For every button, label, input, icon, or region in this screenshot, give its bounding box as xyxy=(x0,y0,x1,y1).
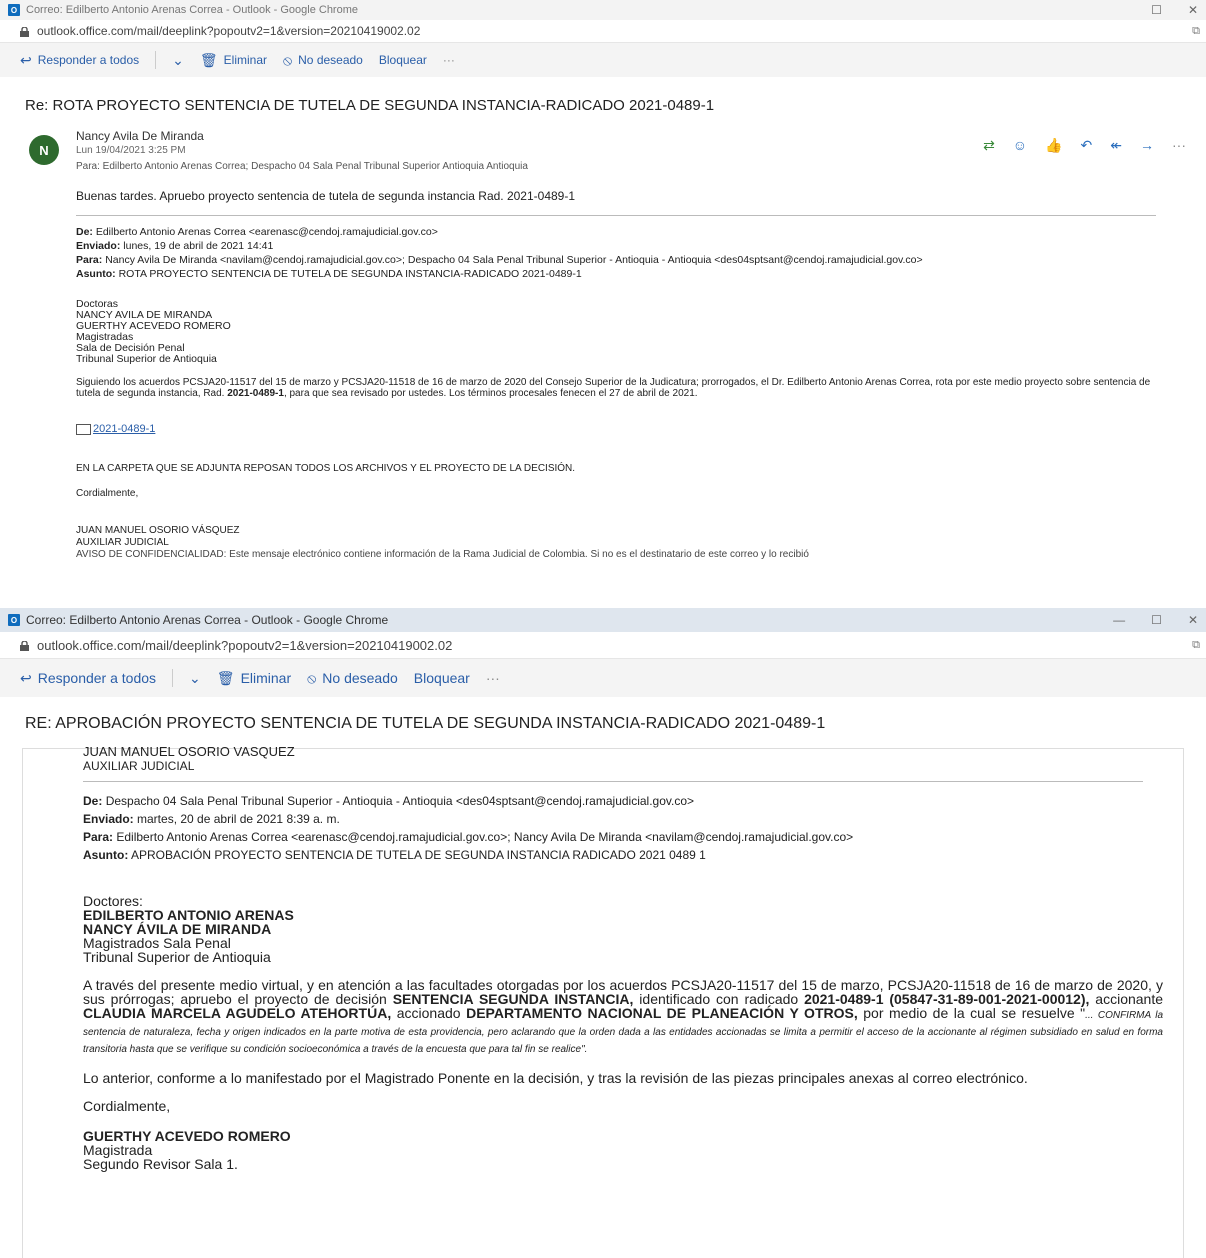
window-title: Correo: Edilberto Antonio Arenas Correa … xyxy=(26,4,358,16)
close-icon[interactable]: ✕ xyxy=(1188,613,1198,627)
email-subject: RE: APROBACIÓN PROYECTO SENTENCIA DE TUT… xyxy=(25,715,826,732)
like-icon[interactable]: 👍 xyxy=(1045,137,1062,154)
block-icon: ⦸ xyxy=(307,669,317,686)
window-titlebar: O Correo: Edilberto Antonio Arenas Corre… xyxy=(0,0,1206,20)
email-window-2: O Correo: Edilberto Antonio Arenas Corre… xyxy=(0,608,1206,1258)
sender-date: Lun 19/04/2021 3:25 PM xyxy=(76,145,186,156)
close-icon[interactable]: ✕ xyxy=(1188,3,1198,17)
folder-link[interactable]: 2021-0489-1 xyxy=(76,423,1206,435)
forward-icon[interactable]: → xyxy=(1140,137,1154,154)
url-text[interactable]: outlook.office.com/mail/deeplink?popoutv… xyxy=(37,638,452,653)
toolbar-divider xyxy=(155,51,157,69)
greeting: Buenas tardes. Apruebo proyecto sentenci… xyxy=(76,189,576,203)
message-document: JUAN MANUEL OSORIO VASQUEZ AUXILIAR JUDI… xyxy=(22,745,1184,1258)
reply-icon[interactable]: ↶ xyxy=(1081,137,1093,154)
outlook-icon: O xyxy=(8,614,20,626)
reply-options-button[interactable]: ⌄ xyxy=(172,52,184,69)
more-button[interactable]: ··· xyxy=(486,670,500,686)
approval-paragraph: A través del presente medio virtual, y e… xyxy=(83,977,1164,1055)
translate-icon[interactable]: ⇄ xyxy=(983,137,995,154)
folder-icon xyxy=(76,423,91,435)
reply-options-button[interactable]: ⌄ xyxy=(189,670,201,687)
sender-block: N Nancy Avila De Miranda Lun 19/04/2021 … xyxy=(0,127,1206,187)
divider xyxy=(76,215,1156,216)
block-icon: ⦸ xyxy=(283,51,293,68)
toolbar: ↩ Responder a todos ⌄ 🗑 Eliminar ⦸ No desea… xyxy=(0,659,1206,697)
reply-all-icon: ↩ xyxy=(20,51,32,68)
forwarded-header: De: Edilberto Antonio Arenas Correa <ear… xyxy=(76,226,923,280)
toolbar: ↩ Responder a todos ⌄ 🗑 Eliminar ⦸ No desea… xyxy=(0,43,1206,77)
trash-icon: 🗑 xyxy=(216,669,235,686)
closing: Cordialmente, xyxy=(76,488,139,499)
paragraph-2: Lo anterior, conforme a lo manifestado p… xyxy=(83,1070,1028,1086)
confidentiality-notice: AVISO DE CONFIDENCIALIDAD: Este mensaje … xyxy=(76,549,809,560)
signature-top: JUAN MANUEL OSORIO VASQUEZ xyxy=(83,744,295,759)
reply-all-icon[interactable]: ↞ xyxy=(1110,137,1122,154)
signature: JUAN MANUEL OSORIO VÁSQUEZ AUXILIAR JUDI… xyxy=(76,525,240,548)
minimize-icon[interactable]: — xyxy=(1113,613,1125,627)
avatar[interactable]: N xyxy=(29,135,59,165)
chevron-down-icon: ⌄ xyxy=(189,669,201,686)
toolbar-divider xyxy=(172,669,174,687)
address-bar[interactable]: outlook.office.com/mail/deeplink?popoutv… xyxy=(0,20,1206,43)
reply-all-button[interactable]: ↩ Responder a todos xyxy=(20,52,139,69)
extension-icon[interactable]: ⧉ xyxy=(1192,639,1200,652)
outlook-icon: O xyxy=(8,4,20,16)
more-button[interactable]: ··· xyxy=(443,53,455,67)
message-body: JUAN MANUEL OSORIO VASQUEZ AUXILIAR JUDI… xyxy=(23,745,1183,1171)
junk-button[interactable]: ⦸ No deseado xyxy=(283,52,363,69)
maximize-icon[interactable]: ☐ xyxy=(1151,3,1162,17)
recipients: Para: Edilberto Antonio Arenas Correa; D… xyxy=(76,161,528,172)
forwarded-header: De: Despacho 04 Sala Penal Tribunal Supe… xyxy=(83,794,854,862)
extension-icon[interactable]: ⧉ xyxy=(1192,25,1200,38)
delete-button[interactable]: 🗑 Eliminar xyxy=(200,52,267,69)
chevron-down-icon: ⌄ xyxy=(172,51,184,68)
window-title: Correo: Edilberto Antonio Arenas Correa … xyxy=(26,613,389,627)
address-bar[interactable]: outlook.office.com/mail/deeplink?popoutv… xyxy=(0,632,1206,659)
block-button[interactable]: Bloquear xyxy=(414,670,470,686)
junk-button[interactable]: ⦸ No deseado xyxy=(307,670,398,687)
lock-icon xyxy=(20,641,29,651)
signature-top-role: AUXILIAR JUDICIAL xyxy=(83,759,195,773)
reply-all-button[interactable]: ↩ Responder a todos xyxy=(20,670,156,687)
emoji-icon[interactable]: ☺ xyxy=(1013,137,1027,154)
trash-icon: 🗑 xyxy=(199,51,218,68)
email-subject: Re: ROTA PROYECTO SENTENCIA DE TUTELA DE… xyxy=(25,97,715,114)
more-icon[interactable]: ··· xyxy=(1172,137,1186,154)
email-window-1: O Correo: Edilberto Antonio Arenas Corre… xyxy=(0,0,1206,608)
block-button[interactable]: Bloquear xyxy=(379,53,427,67)
maximize-icon[interactable]: ☐ xyxy=(1151,613,1162,627)
closing: Cordialmente, xyxy=(83,1098,171,1114)
folder-note: EN LA CARPETA QUE SE ADJUNTA REPOSAN TOD… xyxy=(76,463,576,474)
signature: GUERTHY ACEVEDO ROMERO Magistrada Segund… xyxy=(83,1128,291,1172)
sender-name[interactable]: Nancy Avila De Miranda xyxy=(76,129,204,143)
divider xyxy=(83,781,1143,782)
addressees: Doctores: EDILBERTO ANTONIO ARENAS NANCY… xyxy=(83,893,294,965)
window-titlebar: O Correo: Edilberto Antonio Arenas Corre… xyxy=(0,608,1206,632)
url-text[interactable]: outlook.office.com/mail/deeplink?popoutv… xyxy=(37,24,420,38)
message-actions: ⇄ ☺ 👍 ↶ ↞ → ··· xyxy=(983,137,1186,154)
message-body: Buenas tardes. Apruebo proyecto sentenci… xyxy=(0,189,1206,560)
message-paragraph: Siguiendo los acuerdos PCSJA20-11517 del… xyxy=(76,377,1151,399)
delete-button[interactable]: 🗑 Eliminar xyxy=(217,670,291,687)
lock-icon xyxy=(20,27,29,37)
reply-all-icon: ↩ xyxy=(20,669,32,686)
addressees: Doctoras NANCY AVILA DE MIRANDA GUERTHY … xyxy=(76,298,231,365)
